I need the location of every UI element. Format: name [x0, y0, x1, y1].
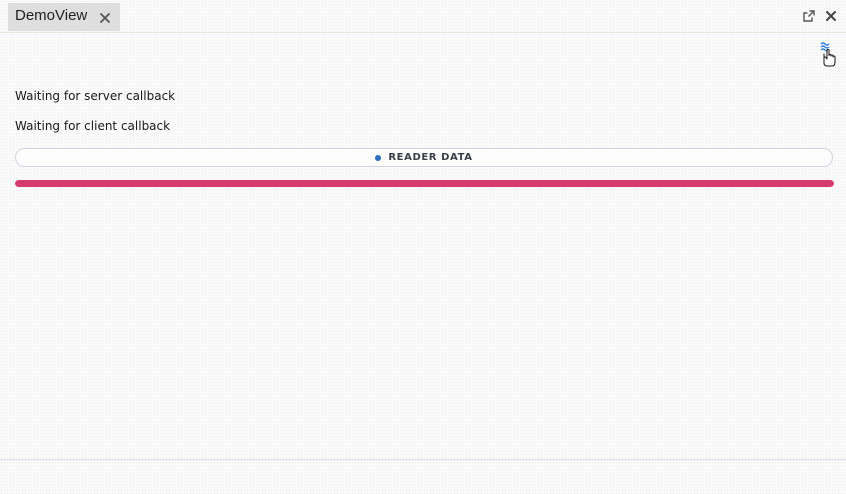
reader-data-button[interactable]: READER DATA [15, 148, 833, 167]
tab-bar: DemoView [0, 0, 846, 33]
client-status-text: Waiting for client callback [15, 119, 171, 133]
progress-bar [15, 180, 834, 187]
tab-demoview[interactable]: DemoView [8, 3, 120, 31]
external-link-icon[interactable] [802, 9, 816, 23]
wave-indicator-icon[interactable] [817, 41, 837, 67]
reader-data-label: READER DATA [388, 152, 473, 163]
status-dot [375, 154, 382, 161]
close-icon[interactable] [99, 12, 111, 24]
progress-fill [15, 180, 834, 187]
window-close-icon[interactable] [824, 9, 838, 23]
tab-title: DemoView [15, 7, 88, 24]
server-status-text: Waiting for server callback [15, 89, 176, 103]
hand-pointer-cursor-icon [823, 49, 836, 67]
bottom-divider [0, 459, 846, 460]
